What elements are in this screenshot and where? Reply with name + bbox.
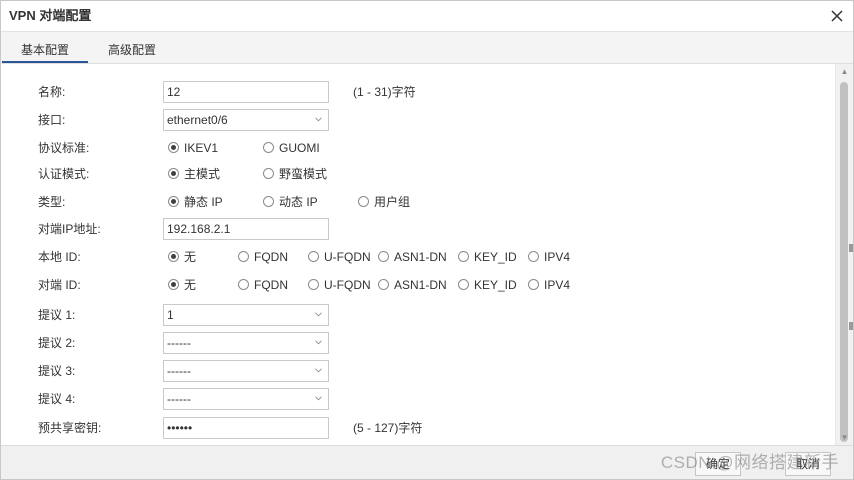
proposal-3-select[interactable]: ------ [163, 360, 329, 382]
proposal-2-select[interactable]: ------ [163, 332, 329, 354]
scroll-down-arrow-icon[interactable]: ▼ [836, 430, 853, 446]
radio-selected-icon [168, 168, 179, 179]
form-content: 名称: 12 (1 - 31)字符 接口: ethernet0/6 协议标准: … [1, 64, 836, 446]
radio-unselected-icon [458, 279, 469, 290]
vertical-scrollbar[interactable]: ▲ ▼ [835, 64, 853, 446]
close-icon[interactable] [829, 8, 845, 24]
local-id-row: 本地 ID: 无 FQDN U-FQDN ASN1-DN KEY_ID IPV4 [1, 244, 836, 270]
ok-button[interactable]: 确定 [695, 452, 741, 476]
name-field[interactable]: 12 [163, 81, 329, 103]
dialog-footer: 确定 取消 CSDN @网络搭建新手 [1, 445, 853, 479]
interface-label: 接口: [38, 113, 66, 127]
vpn-peer-config-dialog: VPN 对端配置 基本配置 高级配置 名称: 12 (1 - 31)字符 接口:… [0, 0, 854, 480]
type-row: 类型: 静态 IP 动态 IP 用户组 [1, 189, 836, 215]
proposal-1-row: 提议 1: 1 [1, 302, 836, 328]
radio-unselected-icon [528, 251, 539, 262]
peer-id-row: 对端 ID: 无 FQDN U-FQDN ASN1-DN KEY_ID IPV4 [1, 272, 836, 298]
radio-unselected-icon [308, 279, 319, 290]
radio-unselected-icon [358, 196, 369, 207]
chevron-down-icon [315, 396, 322, 401]
radio-selected-icon [168, 251, 179, 262]
auth-mode-label: 认证模式: [38, 167, 90, 181]
radio-unselected-icon [263, 168, 274, 179]
peer-ip-field[interactable]: 192.168.2.1 [163, 218, 329, 240]
peer-ip-row: 对端IP地址: 192.168.2.1 [1, 216, 836, 242]
interface-row: 接口: ethernet0/6 [1, 107, 836, 133]
protocol-label: 协议标准: [38, 141, 90, 155]
interface-select[interactable]: ethernet0/6 [163, 109, 329, 131]
proposal-3-label: 提议 3: [38, 364, 76, 378]
proposal-2-row: 提议 2: ------ [1, 330, 836, 356]
radio-unselected-icon [263, 196, 274, 207]
local-id-label: 本地 ID: [38, 250, 81, 264]
cancel-button[interactable]: 取消 [785, 452, 831, 476]
scrollbar-thumb[interactable] [840, 82, 848, 442]
proposal-2-label: 提议 2: [38, 336, 76, 350]
background-edge-mark [849, 322, 853, 330]
psk-field[interactable]: •••••• [163, 417, 329, 439]
radio-unselected-icon [308, 251, 319, 262]
peer-id-label: 对端 ID: [38, 278, 81, 292]
radio-unselected-icon [263, 142, 274, 153]
psk-label: 预共享密钥: [38, 421, 102, 435]
type-label: 类型: [38, 195, 66, 209]
proposal-1-label: 提议 1: [38, 308, 76, 322]
proposal-4-select[interactable]: ------ [163, 388, 329, 410]
tab-advanced-config[interactable]: 高级配置 [93, 32, 171, 63]
dialog-titlebar: VPN 对端配置 [1, 1, 853, 32]
proposal-4-label: 提议 4: [38, 392, 76, 406]
auth-mode-row: 认证模式: 主模式 野蛮模式 [1, 161, 836, 187]
tab-bar: 基本配置 高级配置 [1, 32, 853, 64]
radio-unselected-icon [458, 251, 469, 262]
radio-unselected-icon [238, 279, 249, 290]
radio-selected-icon [168, 142, 179, 153]
proposal-2-value: ------ [167, 336, 191, 350]
chevron-down-icon [315, 117, 322, 122]
radio-unselected-icon [378, 279, 389, 290]
protocol-row: 协议标准: IKEV1 GUOMI [1, 135, 836, 161]
radio-unselected-icon [238, 251, 249, 262]
tab-basic-config[interactable]: 基本配置 [2, 32, 88, 63]
dialog-title: VPN 对端配置 [9, 8, 92, 23]
radio-unselected-icon [528, 279, 539, 290]
name-length-hint: (1 - 31)字符 [353, 85, 416, 99]
name-label: 名称: [38, 85, 66, 99]
proposal-3-row: 提议 3: ------ [1, 358, 836, 384]
psk-length-hint: (5 - 127)字符 [353, 421, 423, 435]
radio-selected-icon [168, 196, 179, 207]
chevron-down-icon [315, 368, 322, 373]
peer-ip-label: 对端IP地址: [38, 222, 101, 236]
radio-selected-icon [168, 279, 179, 290]
proposal-4-value: ------ [167, 392, 191, 406]
chevron-down-icon [315, 312, 322, 317]
chevron-down-icon [315, 340, 322, 345]
proposal-3-value: ------ [167, 364, 191, 378]
radio-unselected-icon [378, 251, 389, 262]
proposal-1-value: 1 [167, 308, 174, 322]
proposal-4-row: 提议 4: ------ [1, 386, 836, 412]
background-edge-mark [849, 244, 853, 252]
psk-row: 预共享密钥: •••••• (5 - 127)字符 [1, 415, 836, 441]
scroll-up-arrow-icon[interactable]: ▲ [836, 64, 853, 80]
name-row: 名称: 12 (1 - 31)字符 [1, 79, 836, 105]
proposal-1-select[interactable]: 1 [163, 304, 329, 326]
interface-value: ethernet0/6 [167, 113, 228, 127]
